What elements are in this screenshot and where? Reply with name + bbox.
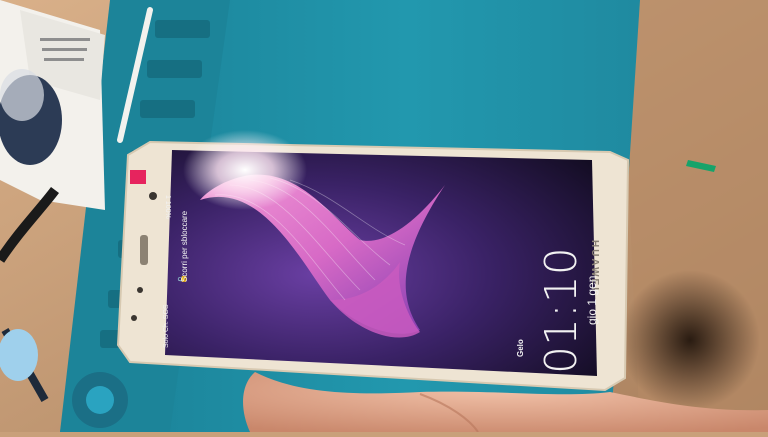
unlock-hint[interactable]: Scorri per sbloccare	[180, 211, 189, 282]
clock-date: gio 1 gen	[585, 275, 599, 325]
clock-time: 01:10	[536, 247, 587, 374]
battery-indicator: 1 100%	[164, 195, 171, 219]
scene-artwork	[0, 0, 768, 433]
photo-scene: HUAWEI Solo Ch. SOS 1 100% 🔓 Scorri per …	[0, 0, 768, 433]
weather-label: Gelo	[516, 339, 525, 357]
status-text: Solo Ch. SOS	[163, 304, 170, 348]
